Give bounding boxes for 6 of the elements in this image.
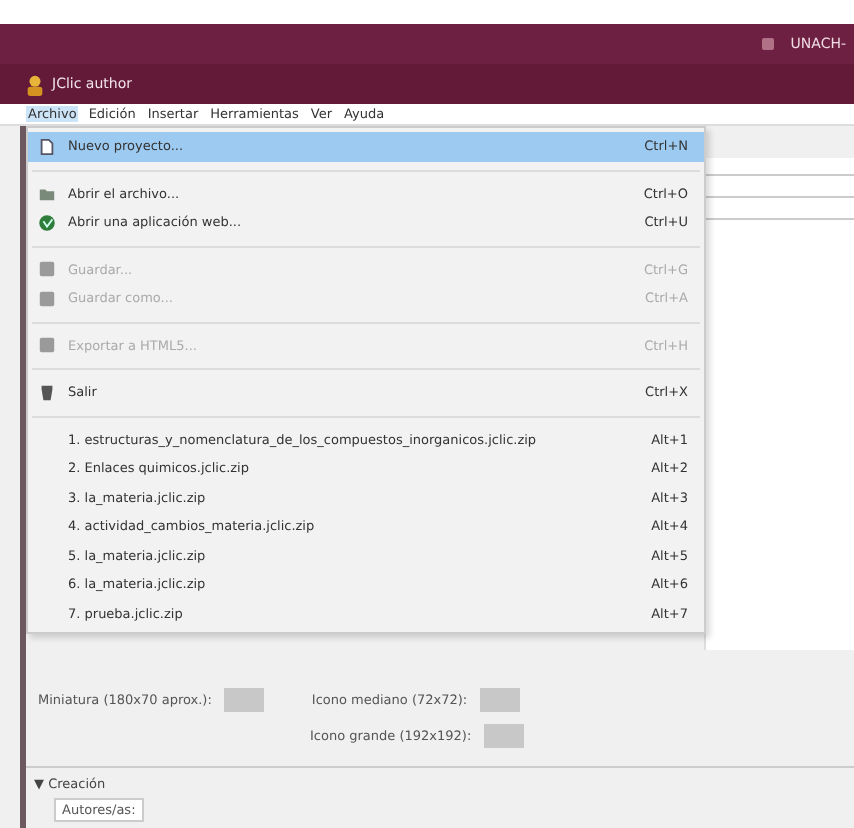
- logo-icon: [24, 73, 46, 95]
- image-slot[interactable]: [483, 724, 524, 748]
- folder-icon: [37, 184, 55, 203]
- image-slot[interactable]: [223, 688, 264, 712]
- document-icon: [37, 137, 55, 156]
- image-slot[interactable]: [479, 688, 520, 712]
